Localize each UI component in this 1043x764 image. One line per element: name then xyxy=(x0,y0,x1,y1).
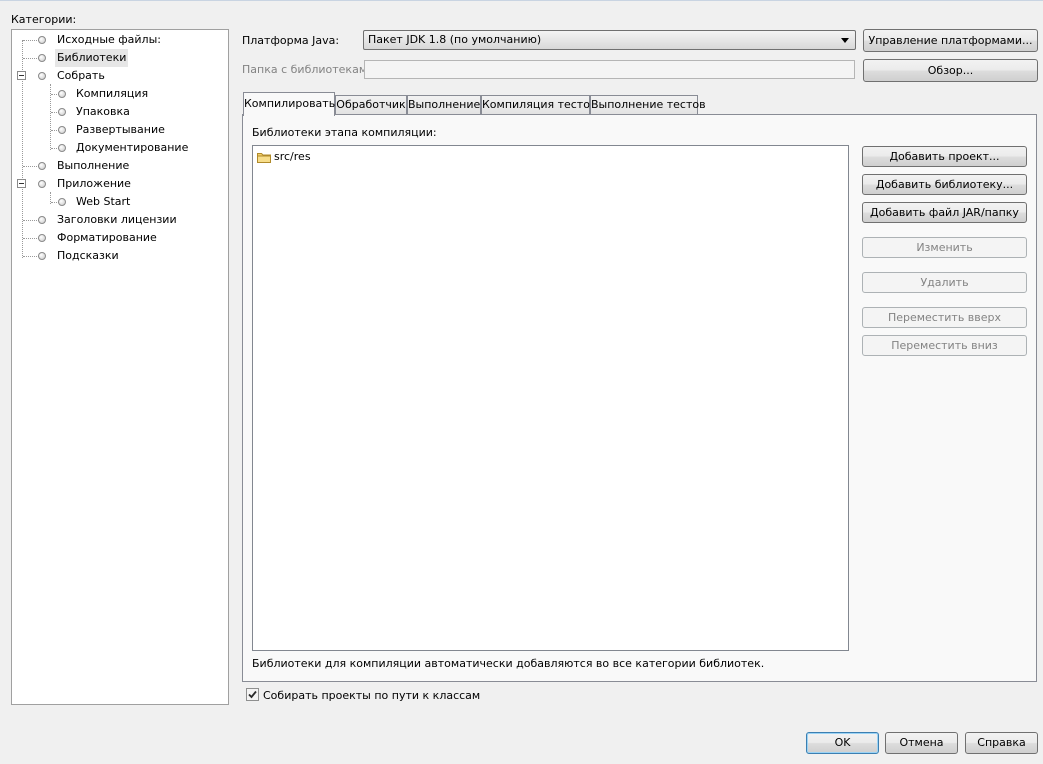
add-jar-folder-button[interactable]: Добавить файл JAR/папку xyxy=(862,202,1027,223)
tree-item-build[interactable]: Собрать xyxy=(12,67,228,85)
tab-run-tests[interactable]: Выполнение тестов xyxy=(590,95,706,114)
ok-button[interactable]: OK xyxy=(806,732,879,754)
add-project-button[interactable]: Добавить проект... xyxy=(862,146,1027,167)
tree-item-hints[interactable]: Подсказки xyxy=(12,247,228,265)
cancel-button[interactable]: Отмена xyxy=(885,732,958,754)
tree-item-label: Приложение xyxy=(57,177,131,190)
tree-item-application[interactable]: Приложение xyxy=(12,175,228,193)
list-item-label: src/res xyxy=(274,150,311,163)
tree-item-label: Собрать xyxy=(57,69,105,82)
tree-item-web-start[interactable]: Web Start xyxy=(12,193,228,211)
tree-item-label: Web Start xyxy=(76,195,131,208)
move-up-button[interactable]: Переместить вверх xyxy=(862,307,1027,328)
node-bullet-icon xyxy=(58,144,66,152)
tab-compile[interactable]: Компилировать xyxy=(243,92,335,116)
tree-item-license-headers[interactable]: Заголовки лицензии xyxy=(12,211,228,229)
node-bullet-icon xyxy=(58,90,66,98)
tree-connector xyxy=(23,40,39,41)
collapse-icon[interactable] xyxy=(17,71,26,80)
compile-note: Библиотеки для компиляции автоматически … xyxy=(252,657,765,670)
build-projects-checkbox[interactable] xyxy=(246,688,259,701)
tree-item-label: Развертывание xyxy=(76,123,165,136)
manage-platforms-button[interactable]: Управление платформами... xyxy=(863,29,1038,52)
collapse-icon[interactable] xyxy=(17,179,26,188)
tree-connector xyxy=(23,220,39,221)
edit-button[interactable]: Изменить xyxy=(862,237,1027,258)
tab-compile-tests[interactable]: Компиляция тестов xyxy=(481,95,596,114)
java-platform-value: Пакет JDK 1.8 (по умолчанию) xyxy=(368,33,542,46)
node-bullet-icon xyxy=(38,54,46,62)
tree-item-label: Исходные файлы: xyxy=(57,33,161,46)
tree-item-run[interactable]: Выполнение xyxy=(12,157,228,175)
tree-item-label: Библиотеки xyxy=(55,49,129,67)
folder-icon xyxy=(257,153,271,163)
tree-connector xyxy=(23,58,39,59)
tree-item-label: Заголовки лицензии xyxy=(57,213,177,226)
node-bullet-icon xyxy=(38,162,46,170)
add-library-button[interactable]: Добавить библиотеку... xyxy=(862,174,1027,195)
chevron-down-icon xyxy=(841,38,849,43)
node-bullet-icon xyxy=(58,108,66,116)
compile-libraries-list[interactable]: src/res xyxy=(252,145,849,651)
tree-item-deployment[interactable]: Развертывание xyxy=(12,121,228,139)
tree-item-compile[interactable]: Компиляция xyxy=(12,85,228,103)
tree-item-label: Документирование xyxy=(76,141,189,154)
tree-connector xyxy=(23,166,39,167)
tree-connector xyxy=(23,256,39,257)
tree-item-label: Выполнение xyxy=(57,159,130,172)
node-bullet-icon xyxy=(58,198,66,206)
java-platform-select[interactable]: Пакет JDK 1.8 (по умолчанию) xyxy=(363,30,856,50)
remove-button[interactable]: Удалить xyxy=(862,272,1027,293)
tab-processor[interactable]: Обработчик xyxy=(335,95,407,114)
tree-item-label: Компиляция xyxy=(76,87,149,100)
categories-label: Категории: xyxy=(11,13,77,26)
build-projects-label: Собирать проекты по пути к классам xyxy=(263,689,481,702)
tab-run[interactable]: Выполнение xyxy=(407,95,481,114)
categories-tree[interactable]: Исходные файлы: Библиотеки Собрать Компи… xyxy=(11,29,229,705)
tree-item-source-files[interactable]: Исходные файлы: xyxy=(12,31,228,49)
window-top-border xyxy=(0,0,1043,1)
tree-item-libraries[interactable]: Библиотеки xyxy=(12,49,228,67)
node-bullet-icon xyxy=(38,36,46,44)
tree-item-packaging[interactable]: Упаковка xyxy=(12,103,228,121)
library-folder-label: Папка с библиотеками: xyxy=(242,63,378,76)
node-bullet-icon xyxy=(38,180,46,188)
move-down-button[interactable]: Переместить вниз xyxy=(862,335,1027,356)
tree-item-documenting[interactable]: Документирование xyxy=(12,139,228,157)
help-button[interactable]: Справка xyxy=(965,732,1038,754)
tree-item-formatting[interactable]: Форматирование xyxy=(12,229,228,247)
checkmark-icon xyxy=(248,690,257,699)
tree-item-label: Подсказки xyxy=(57,249,119,262)
list-item[interactable]: src/res xyxy=(254,147,454,167)
tree-item-label: Упаковка xyxy=(76,105,130,118)
java-platform-label: Платформа Java: xyxy=(242,34,340,47)
library-folder-field[interactable] xyxy=(364,60,855,79)
tree-connector xyxy=(23,238,39,239)
browse-button[interactable]: Обзор... xyxy=(863,59,1038,82)
tree-item-label: Форматирование xyxy=(57,231,157,244)
node-bullet-icon xyxy=(38,216,46,224)
node-bullet-icon xyxy=(38,72,46,80)
compile-libraries-label: Библиотеки этапа компиляции: xyxy=(252,126,437,139)
node-bullet-icon xyxy=(38,234,46,242)
node-bullet-icon xyxy=(58,126,66,134)
node-bullet-icon xyxy=(38,252,46,260)
